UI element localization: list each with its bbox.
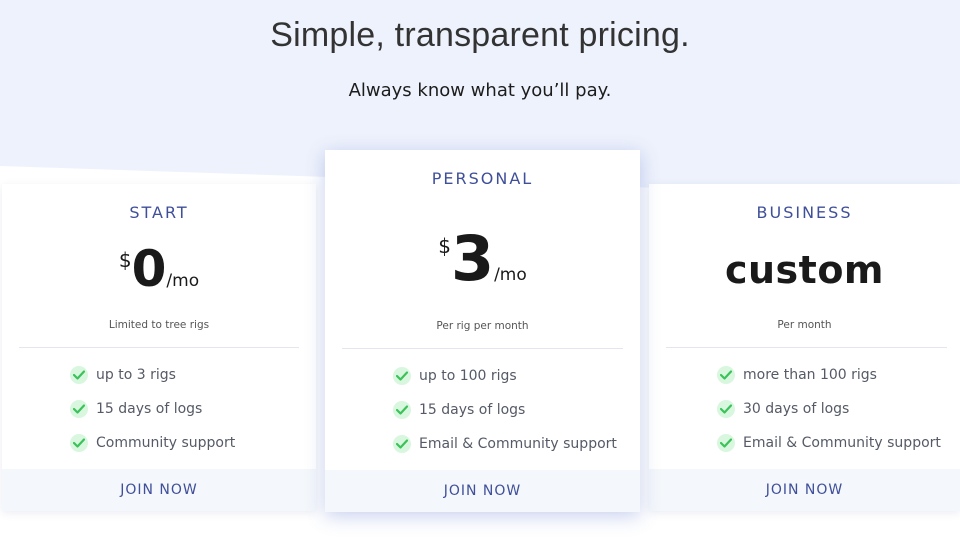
check-icon	[717, 366, 735, 384]
check-icon	[70, 434, 88, 452]
feature-list: more than 100 rigs 30 days of logs Email…	[717, 358, 941, 460]
feature-item: 30 days of logs	[717, 392, 941, 426]
feature-item: Email & Community support	[393, 427, 617, 461]
page-subtitle: Always know what you’ll pay.	[348, 80, 612, 101]
feature-item: up to 3 rigs	[70, 358, 235, 392]
feature-label: 15 days of logs	[96, 401, 203, 417]
feature-list: up to 3 rigs 15 days of logs Community s…	[70, 358, 235, 460]
plan-card-personal: PERSONAL $3/mo Per rig per month up to 1…	[325, 150, 640, 512]
feature-label: 30 days of logs	[743, 401, 850, 417]
feature-item: 15 days of logs	[393, 393, 617, 427]
check-icon	[717, 400, 735, 418]
feature-label: Email & Community support	[419, 436, 617, 452]
feature-label: Community support	[96, 435, 236, 451]
divider	[666, 347, 947, 348]
plan-note: Per rig per month	[436, 320, 529, 332]
feature-item: Email & Community support	[717, 426, 941, 460]
feature-label: up to 3 rigs	[96, 367, 176, 383]
plan-price: $0/mo	[2, 240, 316, 298]
plan-name: BUSINESS	[756, 203, 853, 222]
feature-list: up to 100 rigs 15 days of logs Email & C…	[393, 359, 617, 461]
check-icon	[717, 434, 735, 452]
plan-name: START	[129, 203, 189, 222]
price-period: /mo	[494, 265, 527, 285]
price-amount: 3	[450, 222, 495, 295]
plan-price: custom	[649, 248, 960, 292]
page-title: Simple, transparent pricing.	[270, 16, 690, 54]
price-amount: 0	[131, 240, 167, 298]
check-icon	[393, 401, 411, 419]
plan-note: Per month	[777, 319, 832, 331]
check-icon	[70, 366, 88, 384]
plan-name: PERSONAL	[431, 169, 534, 188]
check-icon	[393, 367, 411, 385]
check-icon	[393, 435, 411, 453]
feature-item: 15 days of logs	[70, 392, 235, 426]
price-custom: custom	[724, 248, 885, 292]
divider	[19, 347, 299, 348]
check-icon	[70, 400, 88, 418]
feature-label: up to 100 rigs	[419, 368, 517, 384]
feature-label: Email & Community support	[743, 435, 941, 451]
price-period: /mo	[166, 271, 200, 291]
feature-label: more than 100 rigs	[743, 367, 877, 383]
divider	[342, 348, 623, 349]
price-currency: $	[438, 234, 451, 258]
plan-note: Limited to tree rigs	[108, 319, 210, 331]
plan-card-start: START $0/mo Limited to tree rigs up to 3…	[2, 184, 316, 511]
join-now-button[interactable]: JOIN NOW	[649, 469, 960, 511]
join-now-button[interactable]: JOIN NOW	[325, 470, 640, 512]
feature-item: up to 100 rigs	[393, 359, 617, 393]
feature-item: Community support	[70, 426, 235, 460]
plan-card-business: BUSINESS custom Per month more than 100 …	[649, 184, 960, 511]
join-now-button[interactable]: JOIN NOW	[2, 469, 316, 511]
feature-item: more than 100 rigs	[717, 358, 941, 392]
plan-price: $3/mo	[325, 222, 640, 295]
price-currency: $	[118, 248, 132, 272]
feature-label: 15 days of logs	[419, 402, 526, 418]
